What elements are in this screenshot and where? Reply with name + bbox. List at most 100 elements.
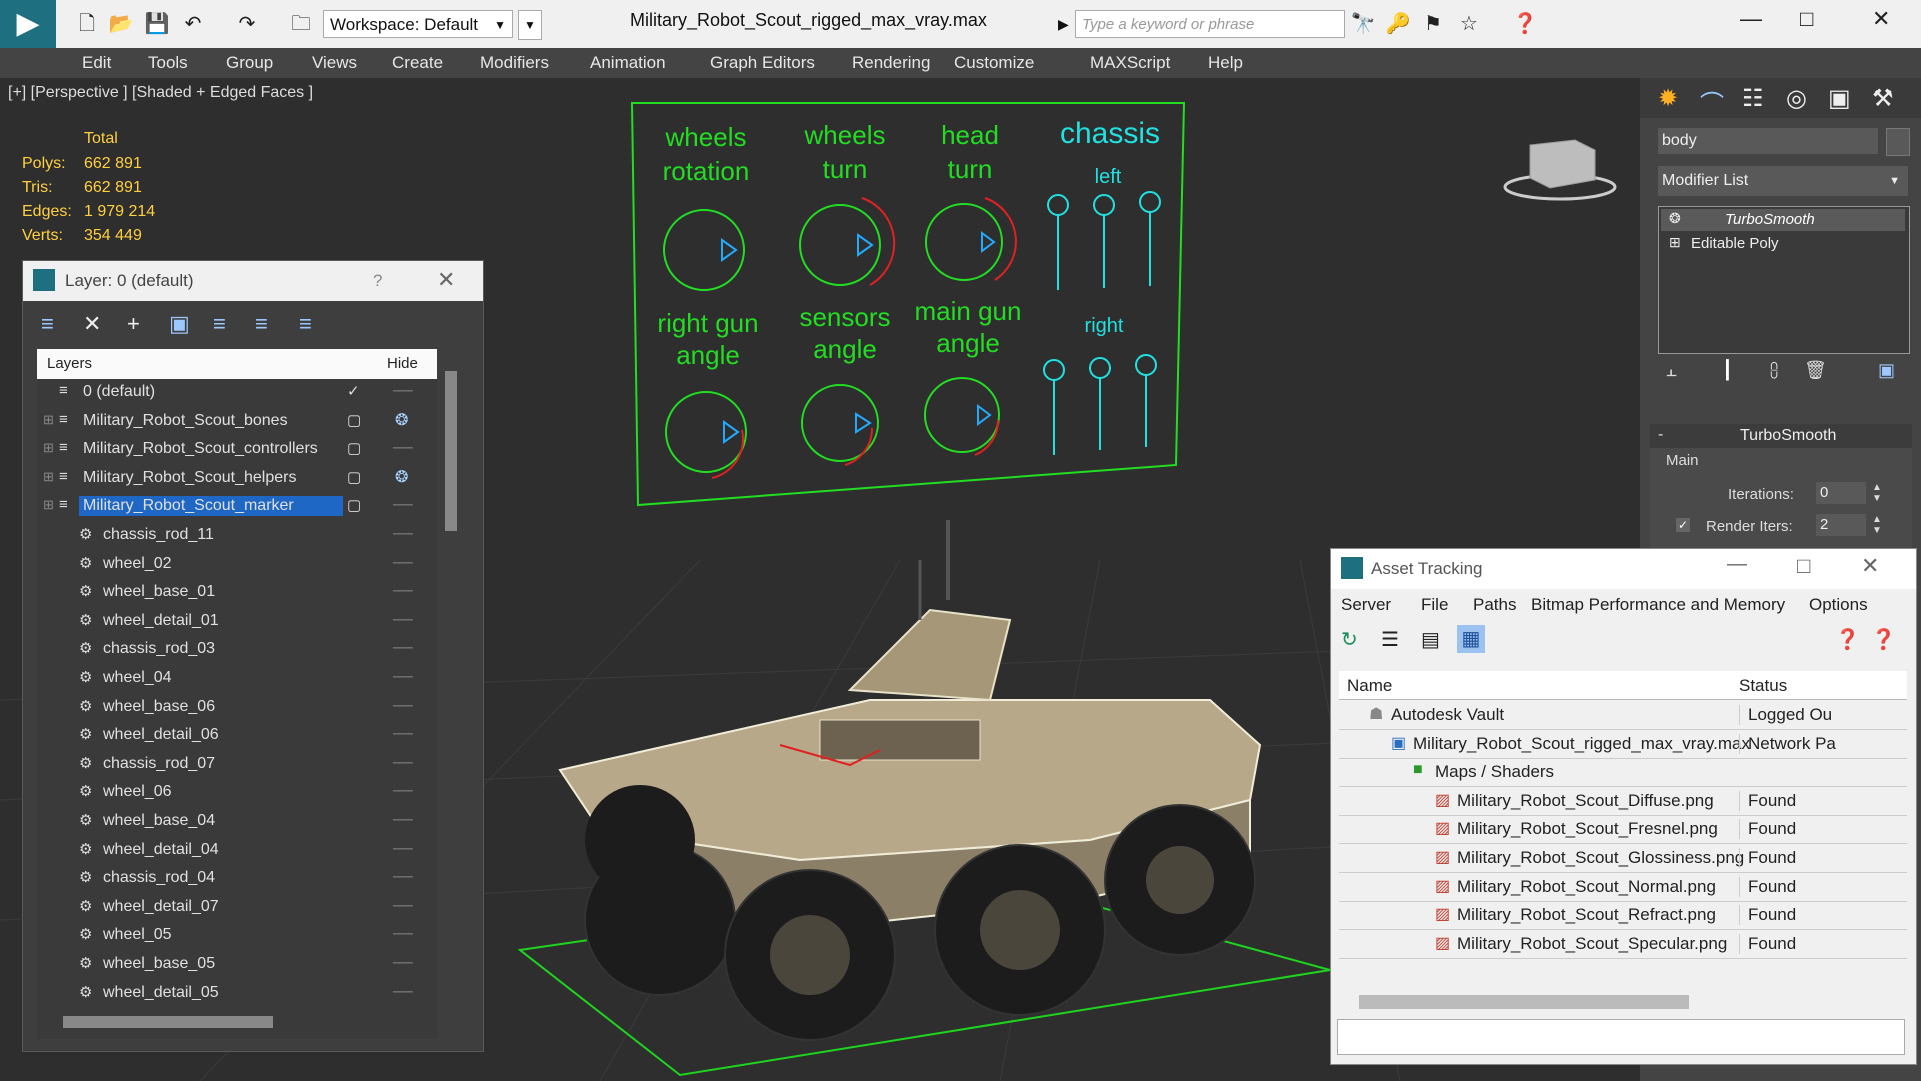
- app-logo-icon[interactable]: ▶: [0, 0, 56, 48]
- asset-menu-file[interactable]: File: [1421, 595, 1448, 615]
- menu-rendering[interactable]: Rendering: [852, 53, 930, 73]
- undo-icon[interactable]: ↶: [180, 12, 206, 36]
- object-row[interactable]: ⚙ wheel_detail_06 ──: [37, 722, 437, 750]
- asset-menu-bitmap[interactable]: Bitmap Performance and Memory: [1531, 595, 1785, 615]
- view-cube-icon[interactable]: [1503, 139, 1617, 201]
- utilities-tab-icon[interactable]: ⚒: [1872, 84, 1894, 113]
- layer-list[interactable]: ≡ 0 (default) ✓ ── ⊞ ≡ Military_Robot_Scout_bo…: [37, 379, 437, 1039]
- object-row[interactable]: ⚙ wheel_base_04 ──: [37, 808, 437, 836]
- create-tab-icon[interactable]: ✹: [1658, 84, 1678, 113]
- col-layers-header[interactable]: Layers: [47, 355, 92, 372]
- hide-toggle-icon[interactable]: ──: [393, 496, 413, 512]
- asset-menu-server[interactable]: Server: [1341, 595, 1391, 615]
- help-icon[interactable]: ❓: [1512, 12, 1538, 36]
- hierarchy-tab-icon[interactable]: ☷: [1742, 84, 1764, 113]
- hide-toggle-icon[interactable]: ──: [393, 782, 413, 798]
- asset-row[interactable]: ▨ Military_Robot_Scout_Specular.png Found: [1339, 930, 1907, 959]
- hide-toggle-icon[interactable]: ──: [393, 525, 413, 541]
- layer-close-icon[interactable]: ✕: [437, 267, 455, 293]
- object-row[interactable]: ⚙ wheel_06 ──: [37, 779, 437, 807]
- asset-row[interactable]: ☗ Autodesk Vault Logged Ou: [1339, 701, 1907, 730]
- menu-graph-editors[interactable]: Graph Editors: [710, 53, 815, 73]
- hide-all-icon[interactable]: ≡: [255, 311, 268, 337]
- layer-vertical-scrollbar[interactable]: [445, 371, 457, 531]
- menu-customize[interactable]: Customize: [954, 53, 1034, 73]
- motion-tab-icon[interactable]: ◎: [1786, 84, 1807, 113]
- close-icon[interactable]: ✕: [1872, 6, 1890, 32]
- hide-toggle-icon[interactable]: ──: [393, 639, 413, 655]
- dial-right-gun[interactable]: [665, 391, 747, 473]
- dial-head-turn[interactable]: [925, 203, 1003, 281]
- dial-wheels-turn[interactable]: [799, 204, 881, 286]
- hide-toggle-icon[interactable]: ──: [393, 754, 413, 770]
- render-iters-checkbox[interactable]: ✓: [1676, 518, 1690, 532]
- object-row[interactable]: ⚙ wheel_detail_05 ──: [37, 980, 437, 1008]
- expand-toggle-icon[interactable]: ⊞: [43, 412, 54, 428]
- visibility-bulb-icon[interactable]: ❂: [395, 410, 408, 430]
- layer-row[interactable]: ⊞ ≡ Military_Robot_Scout_bones ▢ ❂: [37, 408, 437, 436]
- menu-modifiers[interactable]: Modifiers: [480, 53, 549, 73]
- asset-row[interactable]: ▨ Military_Robot_Scout_Diffuse.png Found: [1339, 787, 1907, 816]
- layer-horizontal-scrollbar[interactable]: [63, 1016, 273, 1028]
- asset-horizontal-scrollbar[interactable]: [1359, 995, 1689, 1009]
- workspace-dropdown[interactable]: Workspace: Default ▼: [323, 10, 513, 38]
- favorites-star-icon[interactable]: ☆: [1456, 12, 1482, 36]
- asset-row[interactable]: ▨ Military_Robot_Scout_Refract.png Found: [1339, 901, 1907, 931]
- layer-row[interactable]: ⊞ ≡ Military_Robot_Scout_helpers ▢ ❂: [37, 465, 437, 493]
- asset-help-icon[interactable]: ❓: [1835, 627, 1860, 652]
- object-row[interactable]: ⚙ wheel_base_05 ──: [37, 951, 437, 979]
- active-layer-box-icon[interactable]: ▢: [347, 411, 361, 429]
- dial-main-gun[interactable]: [924, 377, 1000, 453]
- menu-maxscript[interactable]: MAXScript: [1090, 53, 1170, 73]
- hide-toggle-icon[interactable]: ──: [393, 611, 413, 627]
- list-view-icon[interactable]: ☰: [1381, 627, 1399, 652]
- delete-layer-icon[interactable]: ✕: [83, 311, 101, 337]
- asset-minimize-icon[interactable]: —: [1727, 553, 1747, 576]
- hide-toggle-icon[interactable]: ──: [393, 811, 413, 827]
- hide-toggle-icon[interactable]: ──: [393, 868, 413, 884]
- hide-toggle-icon[interactable]: ──: [393, 382, 413, 398]
- object-row[interactable]: ⚙ wheel_detail_04 ──: [37, 837, 437, 865]
- hide-toggle-icon[interactable]: ──: [393, 954, 413, 970]
- configure-sets-icon[interactable]: ▣: [1878, 360, 1895, 381]
- binoculars-icon[interactable]: 🔭: [1350, 12, 1376, 36]
- asset-maximize-icon[interactable]: □: [1797, 553, 1810, 579]
- hide-toggle-icon[interactable]: ──: [393, 725, 413, 741]
- slider-left-3[interactable]: [1139, 191, 1161, 213]
- hide-toggle-icon[interactable]: ──: [393, 925, 413, 941]
- object-row[interactable]: ⚙ wheel_05 ──: [37, 922, 437, 950]
- maximize-icon[interactable]: □: [1800, 6, 1813, 32]
- stack-item-turbosmooth[interactable]: ❂ TurboSmooth: [1661, 209, 1905, 231]
- expand-toggle-icon[interactable]: ⊞: [43, 469, 54, 485]
- object-color-swatch[interactable]: [1886, 128, 1910, 156]
- communication-center-icon[interactable]: ⚑: [1420, 12, 1446, 36]
- asset-row[interactable]: ▨ Military_Robot_Scout_Glossiness.png Foun…: [1339, 844, 1907, 873]
- project-folder-icon[interactable]: 🗀: [288, 12, 314, 36]
- visibility-bulb-icon[interactable]: ❂: [395, 467, 408, 487]
- asset-path-field[interactable]: [1337, 1019, 1905, 1055]
- hide-toggle-icon[interactable]: ──: [393, 668, 413, 684]
- new-file-icon[interactable]: 🗋: [74, 12, 100, 36]
- display-tab-icon[interactable]: ▣: [1828, 84, 1851, 113]
- tree-view-icon[interactable]: ▤: [1421, 627, 1440, 652]
- select-objects-icon[interactable]: ▣: [169, 311, 190, 337]
- object-name-field[interactable]: body: [1658, 128, 1878, 154]
- menu-help[interactable]: Help: [1208, 53, 1243, 73]
- expand-toggle-icon[interactable]: ⊞: [43, 440, 54, 456]
- asset-row[interactable]: ▣ Military_Robot_Scout_rigged_max_vray.ma…: [1339, 730, 1907, 759]
- object-row[interactable]: ⚙ chassis_rod_07 ──: [37, 751, 437, 779]
- hide-toggle-icon[interactable]: ──: [393, 554, 413, 570]
- show-end-result-icon[interactable]: ┃: [1722, 360, 1733, 381]
- modify-tab-icon[interactable]: ⌒: [1700, 84, 1724, 119]
- object-row[interactable]: ⚙ chassis_rod_04 ──: [37, 865, 437, 893]
- hide-toggle-icon[interactable]: ──: [393, 439, 413, 455]
- minimize-icon[interactable]: —: [1740, 6, 1762, 32]
- menu-edit[interactable]: Edit: [82, 53, 111, 73]
- asset-row[interactable]: ■ Maps / Shaders: [1339, 758, 1907, 788]
- asset-close-icon[interactable]: ✕: [1861, 553, 1879, 579]
- hide-toggle-icon[interactable]: ──: [393, 582, 413, 598]
- menu-create[interactable]: Create: [392, 53, 443, 73]
- slider-right-2[interactable]: [1089, 357, 1111, 379]
- expand-toggle-icon[interactable]: ⊞: [43, 497, 54, 513]
- object-row[interactable]: ⚙ chassis_rod_03 ──: [37, 636, 437, 664]
